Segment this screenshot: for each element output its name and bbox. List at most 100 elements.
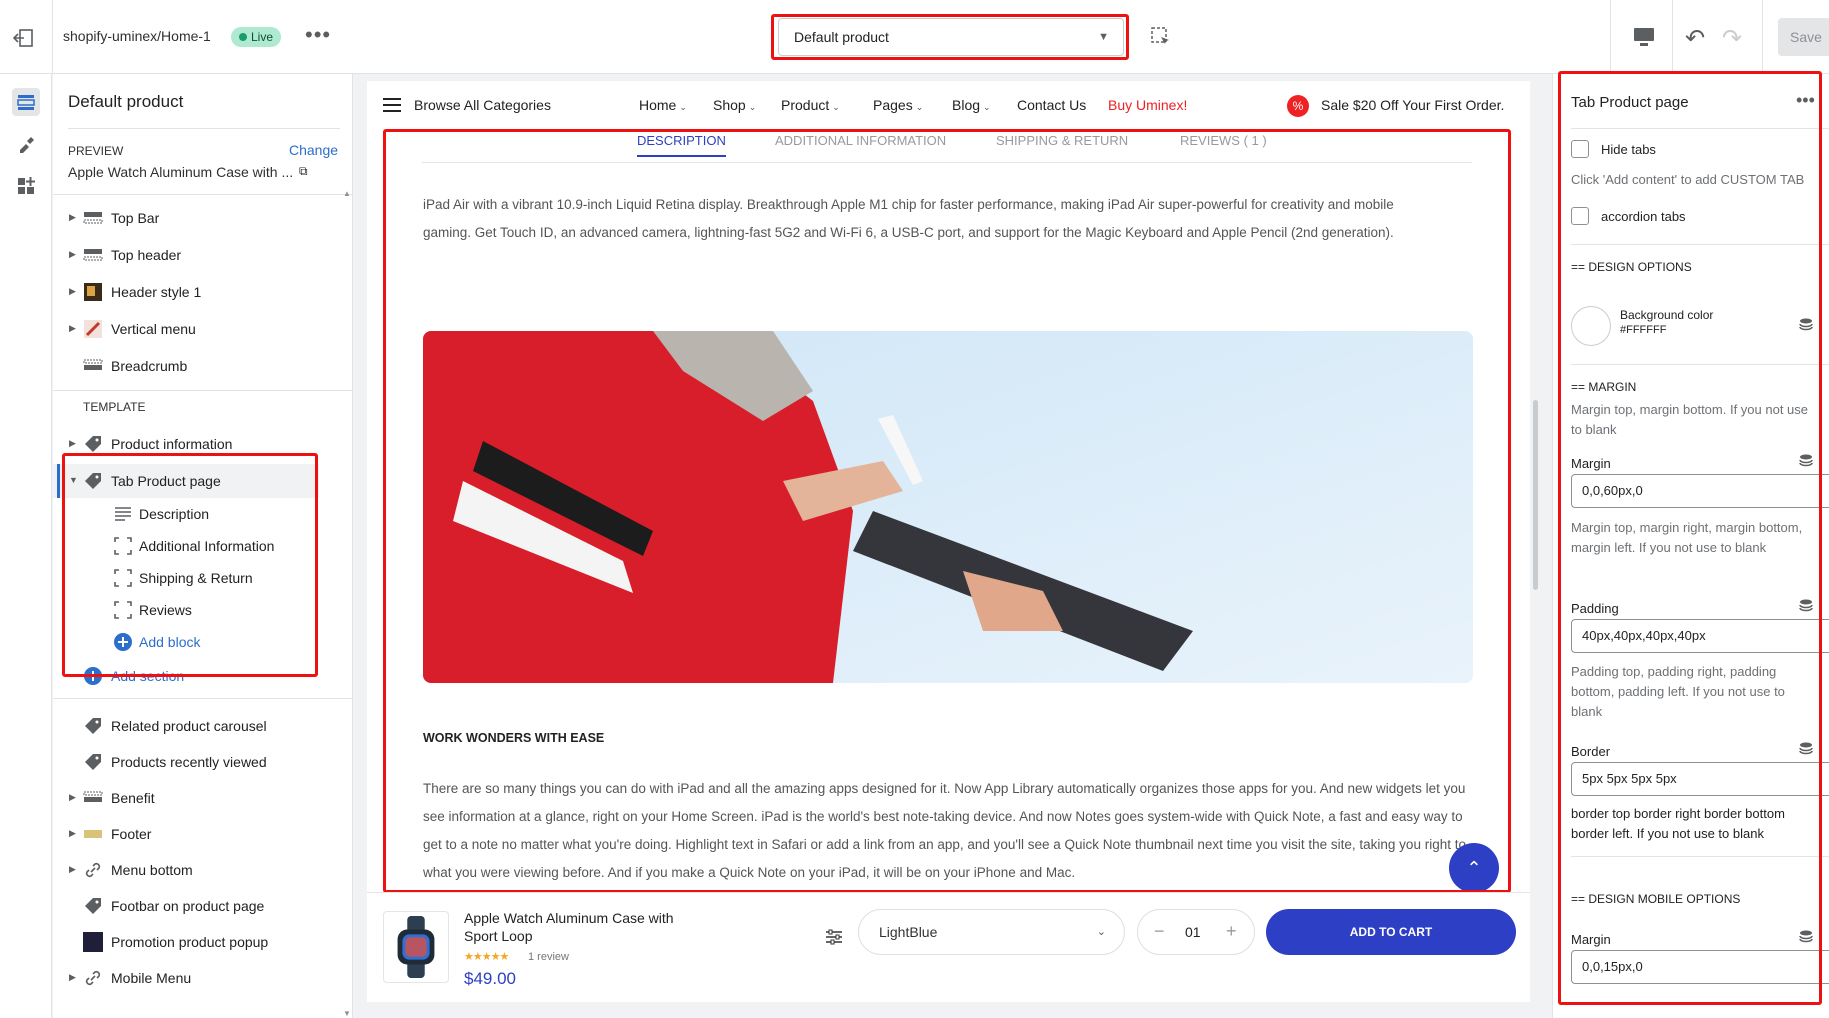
nav-contact[interactable]: Contact Us [1017, 97, 1086, 113]
dynamic-source-icon[interactable] [1799, 599, 1813, 613]
plus-icon[interactable]: + [1226, 921, 1237, 942]
minus-icon[interactable]: − [1154, 921, 1165, 942]
external-link-icon[interactable]: ⧉ [299, 164, 308, 179]
section-label: Vertical menu [111, 321, 196, 337]
tab-reviews[interactable]: REVIEWS ( 1 ) [1180, 133, 1267, 148]
hamburger-icon[interactable] [383, 98, 401, 112]
theme-settings-icon[interactable] [12, 130, 40, 158]
variant-select[interactable]: LightBlue ⌄ [858, 909, 1125, 955]
block-shipping-return[interactable]: Shipping & Return [53, 561, 343, 595]
section-products-recently-viewed[interactable]: Products recently viewed [53, 745, 343, 779]
section-footbar[interactable]: Footbar on product page [53, 889, 343, 923]
nav-shop[interactable]: Shop ⌄ [713, 97, 756, 113]
browse-categories-link[interactable]: Browse All Categories [414, 97, 551, 113]
dynamic-source-icon[interactable] [1799, 318, 1813, 332]
caret-right-icon[interactable]: ▶ [69, 323, 76, 334]
save-button[interactable]: Save [1778, 18, 1829, 56]
tab-shipping-return[interactable]: SHIPPING & RETURN [996, 133, 1128, 148]
template-group-label: TEMPLATE [83, 400, 146, 414]
nav-product[interactable]: Product ⌄ [781, 97, 840, 113]
design-options-heading: == DESIGN OPTIONS [1571, 260, 1692, 274]
section-benefit[interactable]: ▶ Benefit [53, 781, 343, 815]
block-frame-icon [114, 537, 132, 555]
canvas-scrollbar[interactable] [1533, 400, 1538, 590]
options-icon[interactable] [824, 927, 844, 947]
more-options-icon[interactable]: ••• [1796, 90, 1815, 111]
live-badge: Live [231, 27, 282, 47]
section-top-header[interactable]: ▶ Top header [53, 238, 343, 272]
section-label: Menu bottom [111, 862, 193, 878]
section-product-information[interactable]: ▶ Product information [53, 427, 343, 461]
section-vertical-menu[interactable]: ▶ Vertical menu [53, 312, 343, 346]
panel-title: Default product [68, 92, 184, 111]
tab-description[interactable]: DESCRIPTION [637, 133, 726, 157]
chevron-down-icon: ⌄ [679, 102, 687, 112]
block-reviews[interactable]: Reviews [53, 593, 343, 627]
section-label: Header style 1 [111, 284, 202, 300]
border-input[interactable]: 5px 5px 5px 5px [1571, 762, 1829, 796]
section-top-bar[interactable]: ▶ Top Bar [53, 201, 343, 235]
caret-down-icon[interactable]: ▼ [69, 475, 78, 485]
change-preview-link[interactable]: Change [289, 142, 338, 158]
section-breadcrumb[interactable]: Breadcrumb [53, 349, 343, 383]
section-related-product-carousel[interactable]: Related product carousel [53, 709, 343, 743]
add-to-cart-button[interactable]: ADD TO CART [1266, 909, 1516, 955]
dynamic-source-icon[interactable] [1799, 930, 1813, 944]
padding-input[interactable]: 40px,40px,40px,40px [1571, 619, 1829, 653]
nav-pages[interactable]: Pages ⌄ [873, 97, 923, 113]
margin-input[interactable]: 0,0,60px,0 [1571, 474, 1829, 508]
more-actions-icon[interactable]: ••• [305, 22, 331, 48]
section-footer[interactable]: ▶ Footer [53, 817, 343, 851]
tab-additional-information[interactable]: ADDITIONAL INFORMATION [775, 133, 946, 148]
panel-scrollbar[interactable]: ▲ ▼ [341, 189, 351, 1018]
section-header-style[interactable]: ▶ Header style 1 [53, 275, 343, 309]
block-description[interactable]: Description [53, 497, 343, 531]
apps-icon[interactable] [12, 172, 40, 200]
add-block-button[interactable]: Add block [53, 625, 343, 659]
nav-label: Home [639, 97, 677, 113]
exit-icon[interactable] [12, 28, 34, 48]
nav-buy-uminex[interactable]: Buy Uminex! [1108, 97, 1187, 113]
block-additional-information[interactable]: Additional Information [53, 529, 343, 563]
caret-right-icon[interactable]: ▶ [69, 864, 76, 875]
nav-blog[interactable]: Blog ⌄ [952, 97, 991, 113]
add-section-button[interactable]: Add section [53, 659, 343, 693]
mobile-margin-input[interactable]: 0,0,15px,0 [1571, 950, 1829, 984]
scroll-to-top-button[interactable]: ⌃ [1449, 843, 1499, 893]
inspector-icon[interactable] [1150, 26, 1172, 48]
section-label: Top Bar [111, 210, 160, 226]
caret-right-icon[interactable]: ▶ [69, 249, 76, 260]
sections-icon[interactable] [12, 88, 40, 116]
nav-home[interactable]: Home ⌄ [639, 97, 687, 113]
caret-right-icon[interactable]: ▶ [69, 212, 76, 223]
desktop-preview-icon[interactable] [1632, 26, 1656, 48]
caret-right-icon[interactable]: ▶ [69, 792, 76, 803]
nav-label: Pages [873, 97, 913, 113]
quantity-value[interactable]: 01 [1185, 924, 1201, 940]
background-color-swatch[interactable] [1571, 306, 1611, 346]
caret-right-icon[interactable]: ▶ [69, 438, 76, 449]
border-label: Border [1571, 744, 1611, 759]
section-label: Products recently viewed [111, 754, 267, 770]
caret-right-icon[interactable]: ▶ [69, 828, 76, 839]
store-navigation: Browse All Categories Home ⌄ Shop ⌄ Produc… [367, 81, 1530, 129]
margin-hint-detailed: Margin top, margin right, margin bottom,… [1571, 520, 1803, 555]
redo-icon[interactable]: ↷ [1722, 24, 1742, 53]
accordion-tabs-checkbox[interactable] [1571, 207, 1589, 225]
template-select[interactable]: Default product ▼ [778, 18, 1124, 56]
section-label: Mobile Menu [111, 970, 192, 986]
review-count[interactable]: 1 review [528, 951, 569, 963]
section-mobile-menu[interactable]: ▶ Mobile Menu [53, 961, 343, 995]
caret-right-icon[interactable]: ▶ [69, 286, 76, 297]
caret-right-icon[interactable]: ▶ [69, 972, 76, 983]
accordion-tabs-label: accordion tabs [1601, 209, 1686, 224]
section-promotion-popup[interactable]: Promotion product popup [53, 925, 343, 959]
tabs-divider [422, 162, 1472, 163]
undo-icon[interactable]: ↶ [1685, 24, 1705, 53]
hide-tabs-checkbox[interactable] [1571, 140, 1589, 158]
dynamic-source-icon[interactable] [1799, 742, 1813, 756]
section-tab-product-page[interactable]: ▼ Tab Product page [53, 464, 319, 498]
section-menu-bottom[interactable]: ▶ Menu bottom [53, 853, 343, 887]
quantity-stepper: − 01 + [1137, 909, 1255, 955]
dynamic-source-icon[interactable] [1799, 454, 1813, 468]
